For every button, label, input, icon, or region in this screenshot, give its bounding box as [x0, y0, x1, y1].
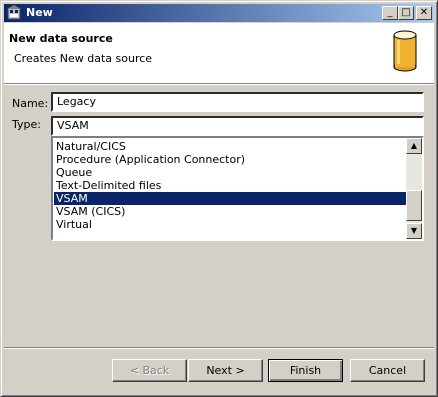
database-cylinder-icon — [393, 30, 417, 72]
type-list[interactable]: Natural/CICS Procedure (Application Conn… — [51, 136, 424, 241]
list-item[interactable]: Procedure (Application Connector) — [54, 153, 408, 166]
dialog-window: New _ □ ✕ New data source Creates New da… — [0, 0, 438, 397]
maximize-button[interactable]: □ — [398, 6, 414, 20]
wizard-header: New data source Creates New data source — [4, 23, 434, 83]
name-field[interactable]: Legacy — [51, 92, 424, 112]
list-item-selected[interactable]: VSAM — [54, 192, 408, 205]
vertical-scrollbar[interactable]: ▲ ▼ — [406, 138, 422, 239]
header-separator — [4, 83, 434, 85]
page-title: New data source — [9, 32, 113, 45]
type-field[interactable]: VSAM — [51, 116, 424, 136]
finish-button[interactable]: Finish — [268, 359, 343, 382]
back-button[interactable]: < Back — [112, 359, 187, 382]
button-bar-separator — [4, 347, 434, 349]
scroll-up-icon[interactable]: ▲ — [406, 138, 422, 154]
scroll-down-icon[interactable]: ▼ — [406, 223, 422, 239]
list-item[interactable]: Text-Delimited files — [54, 179, 408, 192]
minimize-button[interactable]: _ — [382, 6, 398, 20]
close-button[interactable]: ✕ — [416, 6, 432, 20]
cancel-button[interactable]: Cancel — [350, 359, 425, 382]
window-title: New — [26, 6, 53, 19]
list-item[interactable]: Virtual — [54, 218, 408, 231]
scroll-thumb[interactable] — [406, 190, 422, 221]
app-icon — [7, 5, 21, 20]
name-label: Name: — [12, 97, 49, 110]
type-label: Type: — [12, 118, 41, 131]
list-item[interactable]: VSAM (CICS) — [54, 205, 408, 218]
title-bar[interactable]: New _ □ ✕ — [4, 4, 434, 22]
list-item[interactable]: Natural/CICS — [54, 140, 408, 153]
type-list-items: Natural/CICS Procedure (Application Conn… — [54, 140, 408, 231]
page-description: Creates New data source — [14, 52, 153, 65]
next-button[interactable]: Next > — [188, 359, 263, 382]
list-item[interactable]: Queue — [54, 166, 408, 179]
